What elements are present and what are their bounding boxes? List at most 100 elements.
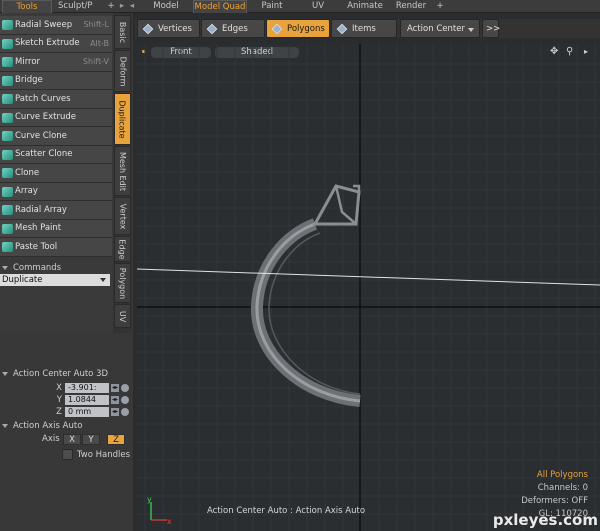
paste-tool-icon xyxy=(2,242,13,252)
polygons-button[interactable]: Polygons xyxy=(266,19,330,38)
top-tab-bar: Tools Sculpt/P + ▸ ◂ Model Model Quad Pa… xyxy=(0,0,600,13)
y-value: 1.0844 xyxy=(68,395,96,404)
tool-radial-array[interactable]: Radial Array xyxy=(0,201,112,220)
3d-viewport[interactable]: Front Shaded ✥ ⚲ ▸ y x All Polygons Chan… xyxy=(137,44,600,531)
vtab-mesh-edit[interactable]: Mesh Edit xyxy=(114,146,131,196)
tab-model-quad[interactable]: Model Quad xyxy=(193,0,247,13)
tool-radial-sweep[interactable]: Radial Sweep Shift-L xyxy=(0,16,112,35)
tool-label: Clone xyxy=(15,167,40,178)
clone-icon xyxy=(2,168,13,178)
two-handles-label: Two Handles xyxy=(77,450,131,460)
vtab-label: Mesh Edit xyxy=(118,151,128,191)
z-label: Z xyxy=(56,407,62,417)
tab-model[interactable]: Model xyxy=(145,0,187,13)
reset-knob-icon[interactable] xyxy=(121,408,129,416)
collapse-arrow-icon xyxy=(2,266,8,270)
scatter-clone-icon xyxy=(2,149,13,160)
tool-sketch-extrude[interactable]: Sketch Extrude Alt-B xyxy=(0,34,112,53)
vtab-uv[interactable]: UV xyxy=(114,304,131,328)
vertices-button[interactable]: Vertices xyxy=(137,19,200,38)
tool-curve-extrude[interactable]: Curve Extrude xyxy=(0,108,112,127)
tool-paste-tool[interactable]: Paste Tool xyxy=(0,238,112,257)
tab-add-left[interactable]: + xyxy=(106,0,116,13)
mirror-icon xyxy=(2,57,13,67)
reset-knob-icon[interactable] xyxy=(121,384,129,392)
x-input[interactable]: -3.901: ◂▸ xyxy=(65,383,129,393)
vtab-duplicate[interactable]: Duplicate xyxy=(114,93,131,145)
reset-knob-icon[interactable] xyxy=(121,396,129,404)
radial-array-icon xyxy=(2,205,13,215)
dropdown-arrow-icon xyxy=(100,278,106,282)
tool-properties-panel xyxy=(0,333,133,531)
y-field-row: Y 1.0844 ◂▸ xyxy=(52,395,129,405)
items-cube-icon xyxy=(336,23,348,35)
more-tabs-icon[interactable]: ▸ xyxy=(118,0,126,13)
tool-bridge[interactable]: Bridge xyxy=(0,71,112,90)
stepper-arrows-icon[interactable]: ◂▸ xyxy=(111,396,119,404)
vtab-edge[interactable]: Edge xyxy=(114,236,131,262)
vtab-polygon[interactable]: Polygon xyxy=(114,263,131,303)
action-center-label: Action Center xyxy=(407,23,465,34)
vtab-basic[interactable]: Basic xyxy=(114,15,131,49)
tab-add-right[interactable]: + xyxy=(435,0,445,13)
vtab-label: Vertex xyxy=(118,203,127,229)
tool-mesh-paint[interactable]: Mesh Paint xyxy=(0,219,112,238)
commands-dropdown[interactable]: Duplicate xyxy=(0,274,110,286)
tool-array[interactable]: Array xyxy=(0,182,112,201)
z-input[interactable]: 0 mm ◂▸ xyxy=(65,407,129,417)
tool-curve-clone[interactable]: Curve Clone xyxy=(0,127,112,146)
vtab-label: Edge xyxy=(118,238,128,260)
commands-header[interactable]: Commands xyxy=(0,262,112,274)
y-label: Y xyxy=(56,395,62,405)
viewport-status-text: Action Center Auto : Action Axis Auto xyxy=(207,506,366,516)
tool-mirror[interactable]: Mirror Shift-V xyxy=(0,53,112,72)
tool-scatter-clone[interactable]: Scatter Clone xyxy=(0,145,112,164)
axis-y-button[interactable]: Y xyxy=(82,434,100,445)
tool-label: Paste Tool xyxy=(15,241,58,252)
vtab-label: Deform xyxy=(118,56,128,86)
tool-label: Radial Sweep xyxy=(15,19,73,30)
selection-mode-bar: Vertices Edges Polygons Items Action Cen… xyxy=(135,19,600,38)
action-center-header-label: Action Center Auto 3D xyxy=(13,369,109,379)
tool-shortcut: Shift-L xyxy=(83,20,109,29)
axis-z-button[interactable]: Z xyxy=(107,434,125,445)
tool-label: Array xyxy=(15,186,38,197)
tool-label: Curve Clone xyxy=(15,130,67,141)
tool-clone[interactable]: Clone xyxy=(0,164,112,183)
z-value: 0 mm xyxy=(68,407,92,416)
axis-gizmo-icon: y x xyxy=(147,495,172,526)
two-handles-checkbox[interactable] xyxy=(62,449,73,460)
edges-button[interactable]: Edges xyxy=(201,19,265,38)
tab-sculpt-paint[interactable]: Sculpt/P xyxy=(58,0,102,13)
action-center-header[interactable]: Action Center Auto 3D xyxy=(0,368,112,380)
tab-paint[interactable]: Paint xyxy=(252,0,292,13)
stepper-arrows-icon[interactable]: ◂▸ xyxy=(111,408,119,416)
vertical-tab-strip: Basic Deform Duplicate Mesh Edit Vertex … xyxy=(113,13,132,333)
stats-mode: All Polygons xyxy=(536,470,588,480)
tab-animate[interactable]: Animate xyxy=(343,0,387,13)
tab-render[interactable]: Render xyxy=(390,0,432,13)
vtab-vertex[interactable]: Vertex xyxy=(114,197,131,235)
action-axis-header-label: Action Axis Auto xyxy=(13,421,83,431)
commands-selected-value: Duplicate xyxy=(2,275,43,285)
items-label: Items xyxy=(352,23,376,34)
tool-label: Mirror xyxy=(15,56,41,67)
dropdown-arrow-icon xyxy=(468,28,474,32)
stepper-arrows-icon[interactable]: ◂▸ xyxy=(111,384,119,392)
vertices-cube-icon xyxy=(142,23,154,35)
axis-x-button[interactable]: X xyxy=(63,434,81,445)
x-field-row: X -3.901: ◂▸ xyxy=(52,383,129,393)
tab-scroll-icon[interactable]: ◂ xyxy=(128,0,136,13)
vtab-deform[interactable]: Deform xyxy=(114,50,131,92)
items-button[interactable]: Items xyxy=(331,19,397,38)
tool-patch-curves[interactable]: Patch Curves xyxy=(0,90,112,109)
action-center-dropdown[interactable]: Action Center xyxy=(400,19,480,38)
tool-shortcut: Shift-V xyxy=(82,57,109,66)
y-input[interactable]: 1.0844 ◂▸ xyxy=(65,395,129,405)
collapse-arrow-icon xyxy=(2,372,8,376)
tab-tools[interactable]: Tools xyxy=(2,0,52,13)
tab-uv[interactable]: UV xyxy=(298,0,338,13)
stats-channels: Channels: 0 xyxy=(537,483,588,493)
more-button[interactable]: >> xyxy=(482,19,500,38)
action-axis-header[interactable]: Action Axis Auto xyxy=(0,420,112,432)
